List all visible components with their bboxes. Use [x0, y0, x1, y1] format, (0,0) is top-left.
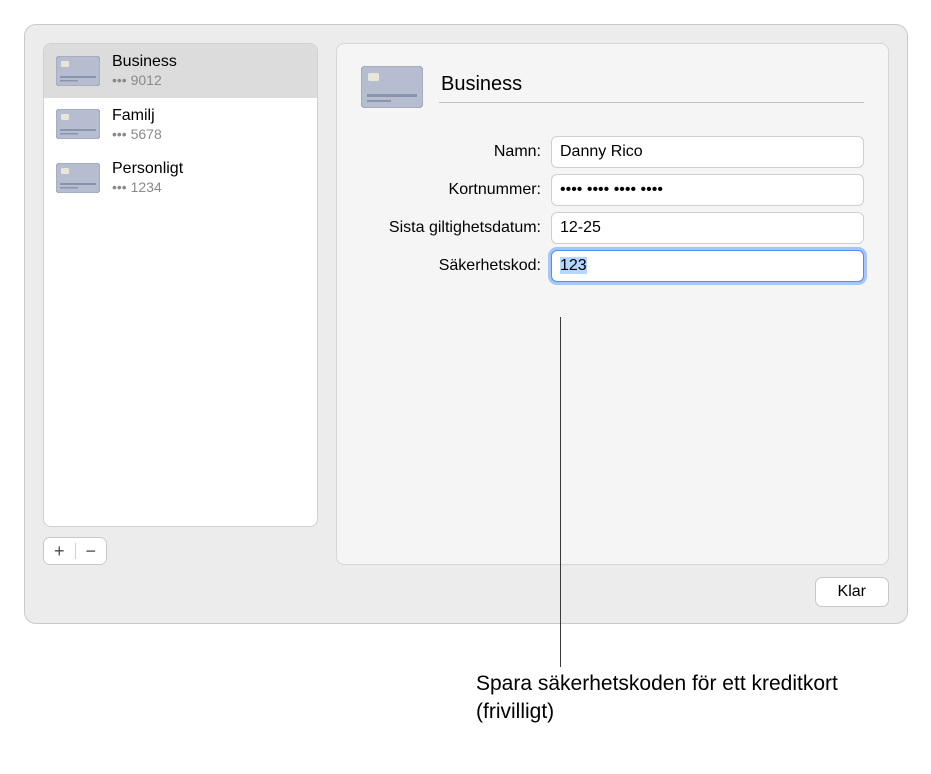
row-security-code: Säkerhetskod: 123 — [361, 250, 864, 282]
card-item-texts: Personligt ••• 1234 — [112, 159, 183, 197]
security-code-field[interactable]: 123 — [551, 250, 864, 282]
card-title-row — [361, 66, 864, 108]
label-card-number: Kortnummer: — [361, 181, 541, 199]
credit-card-icon — [56, 109, 100, 139]
expiry-field[interactable] — [551, 212, 864, 244]
callout-text: Spara säkerhetskoden för ett kreditkort … — [476, 670, 866, 727]
card-list: Business ••• 9012 Familj ••• 5678 — [43, 43, 318, 527]
sidebar: Business ••• 9012 Familj ••• 5678 — [43, 43, 318, 565]
row-card-number: Kortnummer: •••• •••• •••• •••• — [361, 174, 864, 206]
callout-line — [560, 317, 561, 667]
card-number-field[interactable]: •••• •••• •••• •••• — [551, 174, 864, 206]
remove-card-button[interactable]: − — [76, 538, 107, 564]
content-row: Business ••• 9012 Familj ••• 5678 — [25, 25, 907, 565]
credit-card-icon — [361, 66, 423, 108]
done-button[interactable]: Klar — [815, 577, 889, 607]
add-card-button[interactable]: + — [44, 538, 75, 564]
credit-card-icon — [56, 56, 100, 86]
card-item-last4: ••• 9012 — [112, 72, 177, 90]
card-detail-panel: Namn: Kortnummer: •••• •••• •••• •••• Si… — [336, 43, 889, 565]
card-item-last4: ••• 5678 — [112, 126, 162, 144]
label-name: Namn: — [361, 143, 541, 161]
card-item-last4: ••• 1234 — [112, 179, 183, 197]
sidebar-add-remove-group: + − — [43, 537, 107, 565]
card-item-name: Business — [112, 52, 177, 72]
card-list-item-personligt[interactable]: Personligt ••• 1234 — [44, 151, 317, 205]
label-security-code: Säkerhetskod: — [361, 257, 541, 275]
row-expiry: Sista giltighetsdatum: — [361, 212, 864, 244]
bottom-bar: Klar — [25, 565, 907, 623]
card-form: Namn: Kortnummer: •••• •••• •••• •••• Si… — [361, 136, 864, 282]
card-list-item-business[interactable]: Business ••• 9012 — [44, 44, 317, 98]
name-field[interactable] — [551, 136, 864, 168]
label-expiry: Sista giltighetsdatum: — [361, 219, 541, 237]
card-item-texts: Business ••• 9012 — [112, 52, 177, 90]
credit-card-icon — [56, 163, 100, 193]
credit-card-settings-window: Business ••• 9012 Familj ••• 5678 — [24, 24, 908, 624]
card-title-input[interactable] — [439, 71, 864, 103]
card-list-item-familj[interactable]: Familj ••• 5678 — [44, 98, 317, 152]
card-item-name: Familj — [112, 106, 162, 126]
card-item-name: Personligt — [112, 159, 183, 179]
row-name: Namn: — [361, 136, 864, 168]
card-item-texts: Familj ••• 5678 — [112, 106, 162, 144]
